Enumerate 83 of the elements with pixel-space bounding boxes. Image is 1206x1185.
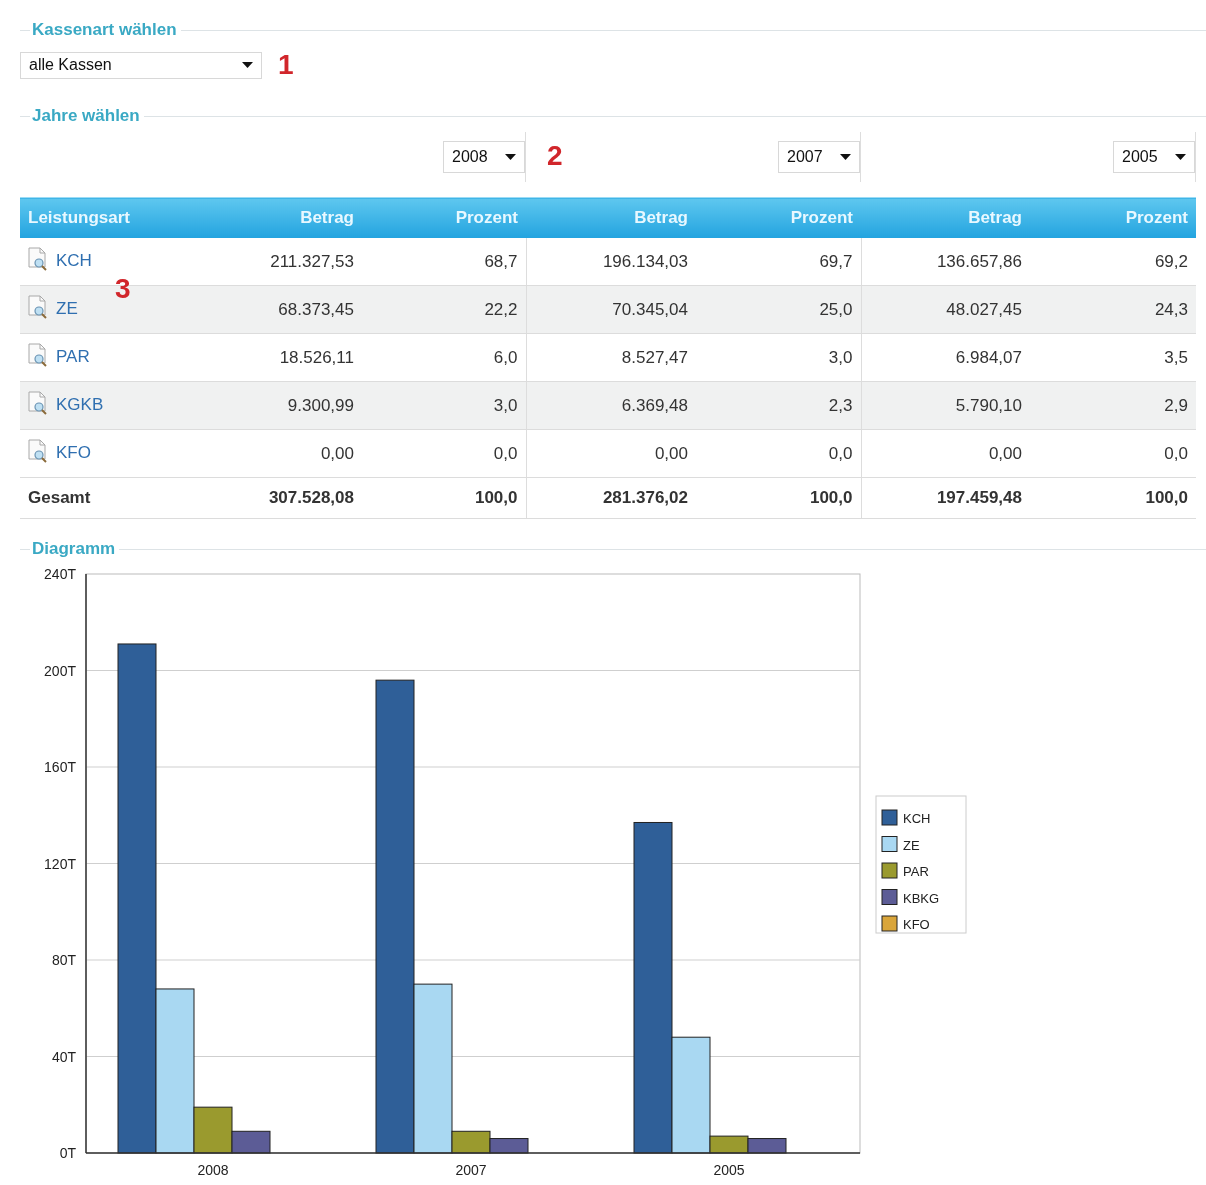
- table-cell: 211.327,53: [195, 238, 362, 286]
- legend-label: KCH: [903, 811, 931, 826]
- caret-icon: [840, 154, 851, 160]
- table-cell: 2,3: [696, 381, 861, 430]
- dropdown[interactable]: 2005: [1113, 141, 1195, 173]
- table-cell: 3,0: [696, 333, 861, 382]
- annotation-number: 2: [547, 140, 563, 172]
- column-header: Prozent: [1030, 197, 1196, 238]
- axis-tick-label: 2008: [197, 1162, 229, 1178]
- legend-label: ZE: [903, 837, 920, 853]
- total-cell: 100,0: [1030, 477, 1196, 519]
- legend-swatch: [881, 836, 898, 852]
- axis-tick-label: 40T: [51, 1048, 76, 1065]
- legend-swatch: [881, 915, 898, 932]
- table-cell: 0,0: [362, 429, 526, 478]
- axis-tick-label: 240T: [44, 566, 76, 582]
- table-cell: 0,00: [195, 429, 362, 478]
- dropdown[interactable]: 2008: [443, 141, 525, 173]
- table-cell: 6.369,48: [526, 381, 696, 430]
- axis-tick-label: 2007: [455, 1162, 487, 1178]
- axis-tick-label: 0T: [59, 1145, 76, 1161]
- table-cell: 6.984,07: [861, 333, 1030, 382]
- axis-tick-label: 2005: [713, 1162, 745, 1178]
- table-cell: 24,3: [1030, 285, 1196, 334]
- column-header: Betrag: [861, 197, 1030, 238]
- legend-swatch: [881, 889, 898, 905]
- section-heading: Jahre wählen: [32, 106, 140, 126]
- annotation-number: 1: [278, 49, 294, 81]
- table-cell: 2,9: [1030, 381, 1196, 430]
- total-cell: 281.376,02: [526, 477, 696, 519]
- legend-label: PAR: [903, 864, 929, 879]
- table-cell: 9.300,99: [195, 381, 362, 430]
- table-cell: 196.134,03: [526, 238, 696, 286]
- table-cell: 18.526,11: [195, 333, 362, 382]
- category-link[interactable]: PAR: [56, 347, 90, 367]
- total-label: Gesamt: [20, 477, 195, 519]
- axis-tick-label: 200T: [44, 662, 76, 679]
- table-cell: 0,0: [696, 429, 861, 478]
- caret-icon: [505, 154, 516, 160]
- table-cell: 70.345,04: [526, 285, 696, 334]
- table-cell: 3,0: [362, 381, 526, 430]
- category-link[interactable]: ZE: [56, 299, 78, 319]
- category-link[interactable]: KGKB: [56, 395, 104, 415]
- axis-tick-label: 160T: [44, 759, 76, 775]
- legend-swatch: [881, 809, 898, 826]
- section-heading: Diagramm: [32, 539, 116, 559]
- table-cell: 3,5: [1030, 333, 1196, 382]
- table-cell: 69,2: [1030, 238, 1196, 286]
- table-cell: 0,00: [526, 429, 696, 478]
- axis-tick-label: 120T: [44, 855, 76, 872]
- table-cell: 68,7: [362, 238, 526, 286]
- table-cell: 0,00: [861, 429, 1030, 478]
- column-header: Betrag: [526, 197, 696, 238]
- table-cell: 5.790,10: [861, 381, 1030, 430]
- legend-label: KFO: [903, 917, 930, 932]
- caret-icon: [1175, 154, 1186, 160]
- total-cell: 100,0: [696, 477, 861, 519]
- column-header: Prozent: [696, 197, 861, 238]
- section-heading: Kassenart wählen: [32, 20, 177, 40]
- total-cell: 100,0: [362, 477, 526, 519]
- total-cell: 197.459,48: [861, 477, 1030, 519]
- table-cell: 0,0: [1030, 429, 1196, 478]
- legend-swatch: [881, 862, 898, 879]
- table-cell: 25,0: [696, 285, 861, 334]
- table-cell: 6,0: [362, 333, 526, 382]
- category-link[interactable]: KCH: [56, 251, 92, 271]
- table-cell: 22,2: [362, 285, 526, 334]
- legend-label: KBKG: [903, 890, 940, 906]
- table-cell: 68.373,45: [195, 285, 362, 334]
- table-cell: 69,7: [696, 238, 861, 286]
- table-cell: 8.527,47: [526, 333, 696, 382]
- table-cell: 136.657,86: [861, 238, 1030, 286]
- column-header: Leistungsart: [20, 197, 195, 238]
- table-cell: 48.027,45: [861, 285, 1030, 334]
- dropdown[interactable]: 2007: [778, 141, 860, 173]
- caret-icon: [242, 62, 253, 68]
- column-header: Prozent: [362, 197, 526, 238]
- category-link[interactable]: KFO: [56, 443, 91, 463]
- annotation-number: 3: [115, 273, 131, 305]
- axis-tick-label: 80T: [51, 952, 76, 968]
- total-cell: 307.528,08: [195, 477, 362, 519]
- dropdown[interactable]: alle Kassen: [20, 51, 262, 79]
- column-header: Betrag: [195, 197, 362, 238]
